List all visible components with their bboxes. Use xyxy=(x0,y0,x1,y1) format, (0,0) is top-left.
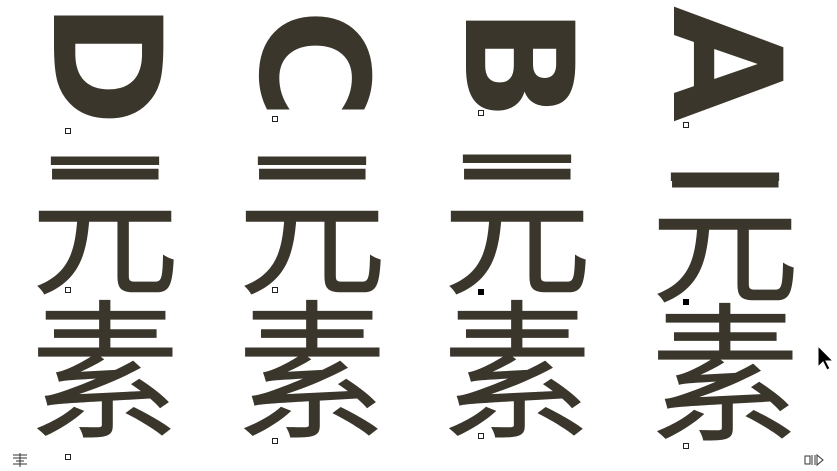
anchor-handle[interactable] xyxy=(683,122,689,128)
arrow-cursor-icon xyxy=(817,345,835,371)
anchor-handle[interactable] xyxy=(683,443,689,449)
han-su-b: 素 xyxy=(441,288,593,462)
han-su-d: 素 xyxy=(29,288,181,462)
anchor-handle[interactable] xyxy=(272,438,278,444)
anchor-handle[interactable] xyxy=(478,110,484,116)
anchor-handle[interactable] xyxy=(272,116,278,122)
text-frame-icon[interactable] xyxy=(10,453,30,467)
text-frame-d[interactable]: D — 元 素 xyxy=(18,0,192,471)
anchor-handle[interactable] xyxy=(65,287,71,293)
text-frame-a[interactable]: A — 元 素 xyxy=(638,0,812,471)
han-su-a: 素 xyxy=(649,291,801,465)
anchor-handle[interactable] xyxy=(478,433,484,439)
anchor-handle[interactable] xyxy=(65,454,71,460)
han-yuan-d: 元 xyxy=(29,145,181,319)
han-yuan-b: 元 xyxy=(441,145,593,319)
text-frame-b[interactable]: B — 元 素 xyxy=(430,0,604,471)
selection-marker xyxy=(478,289,484,295)
han-su-c: 素 xyxy=(236,288,388,462)
text-frame-c[interactable]: C — 元 素 xyxy=(225,0,399,471)
anchor-handle[interactable] xyxy=(65,128,71,134)
anchor-handle[interactable] xyxy=(272,287,278,293)
overflow-icon[interactable] xyxy=(804,453,824,467)
han-yuan-c: 元 xyxy=(236,145,388,319)
selection-marker xyxy=(683,299,689,305)
document-canvas[interactable]: D — 元 素 C — 元 素 B — 元 素 A — 元 素 xyxy=(0,0,837,471)
